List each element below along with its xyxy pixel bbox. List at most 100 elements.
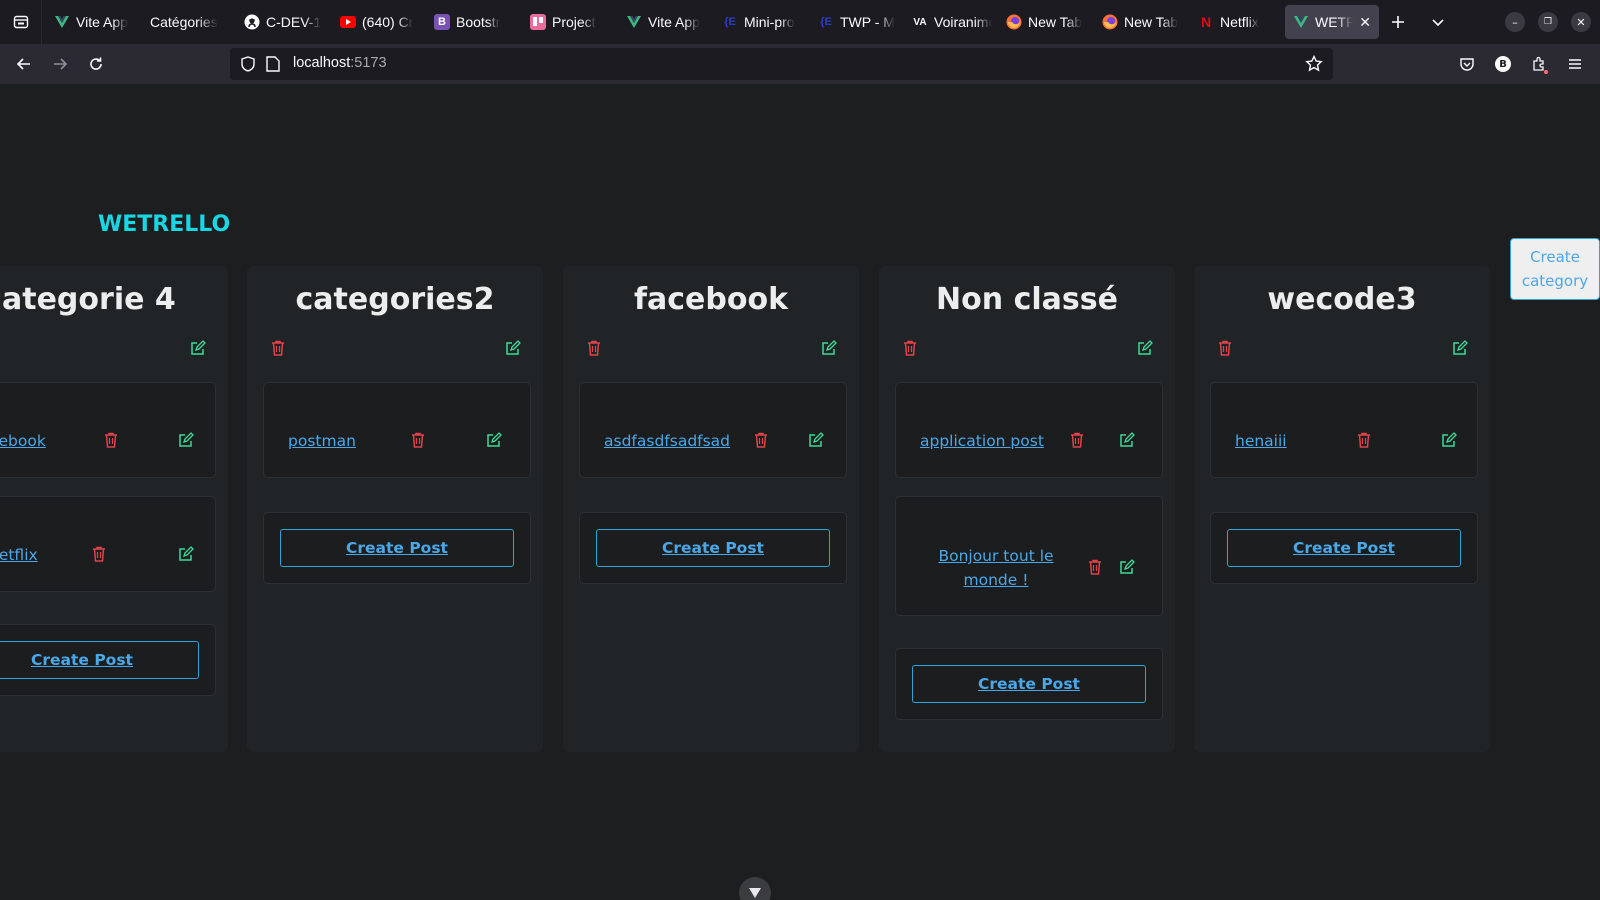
extensions-button[interactable] [1525, 50, 1553, 78]
delete-post-icon[interactable] [1069, 432, 1085, 448]
browser-tab[interactable]: VA Voiranime [912, 5, 992, 39]
hamburger-menu-icon [1569, 59, 1581, 69]
post-title-link[interactable]: facebook [0, 432, 46, 450]
browser-tab[interactable]: {E TWP - M [818, 5, 896, 39]
arrow-right-icon [54, 58, 68, 70]
browser-tab[interactable]: C-DEV-1 [244, 5, 322, 39]
restore-window-button[interactable]: ❐ [1538, 12, 1558, 32]
scroll-down-button[interactable] [739, 877, 771, 900]
edit-category-icon[interactable] [1452, 340, 1468, 356]
browser-tab[interactable]: N Netflix [1198, 5, 1278, 39]
tab-label: Bootstr [456, 14, 501, 30]
pocket-button[interactable] [1453, 50, 1481, 78]
create-post-button[interactable]: Create Post [280, 529, 514, 567]
edit-post-icon[interactable] [1119, 432, 1135, 448]
edit-post-icon[interactable] [1119, 559, 1135, 575]
close-icon: ✕ [1576, 15, 1586, 29]
app-brand: WETRELLO [98, 212, 231, 237]
delete-post-icon[interactable] [1356, 432, 1372, 448]
edit-category-icon[interactable] [821, 340, 837, 356]
post-card: henaiii [1210, 382, 1478, 478]
browser-tab[interactable]: {E Mini-pro [722, 5, 800, 39]
delete-category-icon[interactable] [586, 340, 602, 356]
vue-icon [626, 14, 642, 30]
epitech-icon: {E [724, 16, 736, 28]
delete-post-icon[interactable] [410, 432, 426, 448]
create-category-button[interactable]: Create category [1510, 238, 1600, 300]
chevron-down-icon [1432, 19, 1444, 27]
account-button[interactable]: B [1489, 50, 1517, 78]
category-column: categories2 postman Create Post [247, 266, 543, 752]
new-tab-button[interactable] [1384, 8, 1412, 36]
delete-post-icon[interactable] [753, 432, 769, 448]
create-post-button[interactable]: Create Post [1227, 529, 1461, 567]
edit-post-icon[interactable] [486, 432, 502, 448]
va-icon: VA [913, 16, 927, 28]
browser-tab[interactable]: Project [530, 5, 606, 39]
edit-post-icon[interactable] [808, 432, 824, 448]
tab-label: C-DEV-1 [266, 14, 322, 30]
vue-icon [1293, 14, 1309, 30]
post-title-link[interactable]: henaiii [1235, 432, 1287, 450]
post-title-link[interactable]: postman [288, 432, 356, 450]
browser-tab[interactable]: New Tab [1006, 5, 1086, 39]
minimize-window-button[interactable]: – [1505, 12, 1525, 32]
avatar: B [1495, 56, 1511, 72]
browser-tab[interactable]: B Bootstr [434, 5, 512, 39]
url-text[interactable]: localhost:5173 [293, 55, 387, 71]
notification-dot [1544, 70, 1548, 74]
post-title-link[interactable]: Bonjour tout le monde ! [926, 544, 1066, 592]
delete-category-icon[interactable] [1217, 340, 1233, 356]
browser-tab-active[interactable]: WETRELLO ✕ [1285, 5, 1379, 39]
page-content: WETRELLO categorie 4 facebook netflix Cr… [0, 84, 1600, 900]
create-post-button[interactable]: Create Post [596, 529, 830, 567]
browser-tab[interactable]: Vite App [626, 5, 706, 39]
delete-post-icon[interactable] [1087, 559, 1103, 575]
delete-post-icon[interactable] [91, 546, 107, 562]
create-post-card: Create Post [1210, 512, 1478, 584]
reload-button[interactable] [82, 50, 110, 78]
browser-tab[interactable]: Vite App [54, 5, 134, 39]
github-icon [244, 14, 260, 30]
edit-post-icon[interactable] [178, 546, 194, 562]
page-icon [266, 56, 280, 72]
post-title-link[interactable]: asdfasdfsadfsad [604, 432, 730, 450]
browser-tab[interactable]: New Tab [1102, 5, 1182, 39]
delete-category-icon[interactable] [902, 340, 918, 356]
forward-button[interactable] [46, 50, 74, 78]
close-window-button[interactable]: ✕ [1571, 12, 1591, 32]
edit-post-icon[interactable] [1441, 432, 1457, 448]
create-post-card: Create Post [579, 512, 847, 584]
url-port: :5173 [350, 55, 387, 71]
category-title: categories2 [295, 282, 495, 317]
edit-category-icon[interactable] [190, 340, 206, 356]
edit-category-icon[interactable] [1137, 340, 1153, 356]
category-column: categorie 4 facebook netflix Create Post [0, 266, 228, 752]
triangle-down-icon [749, 888, 761, 898]
tab-label: Mini-pro [744, 14, 795, 30]
browser-tab[interactable]: (640) Cr [340, 5, 416, 39]
tab-label: (640) Cr [362, 14, 414, 30]
firefox-icon [1006, 14, 1022, 30]
firefox-view-button[interactable] [0, 0, 42, 44]
edit-post-icon[interactable] [178, 432, 194, 448]
create-post-button[interactable]: Create Post [0, 641, 199, 679]
delete-category-icon[interactable] [270, 340, 286, 356]
create-post-card: Create Post [263, 512, 531, 584]
edit-category-icon[interactable] [505, 340, 521, 356]
back-button[interactable] [10, 50, 38, 78]
post-title-link[interactable]: application post [920, 432, 1044, 450]
app-menu-button[interactable] [1561, 50, 1589, 78]
delete-post-icon[interactable] [103, 432, 119, 448]
address-bar[interactable]: localhost:5173 [230, 48, 1333, 80]
category-column: facebook asdfasdfsadfsad Create Post [563, 266, 859, 752]
category-title: Non classé [936, 282, 1118, 317]
browser-tab[interactable]: Catégories [150, 5, 226, 39]
close-tab-icon[interactable]: ✕ [1359, 14, 1371, 31]
post-title-link[interactable]: netflix [0, 546, 38, 564]
create-post-card: Create Post [895, 648, 1163, 720]
create-post-button[interactable]: Create Post [912, 665, 1146, 703]
bookmark-star-icon[interactable] [1305, 55, 1323, 73]
trello-icon [530, 14, 546, 30]
list-all-tabs-button[interactable] [1424, 8, 1452, 36]
